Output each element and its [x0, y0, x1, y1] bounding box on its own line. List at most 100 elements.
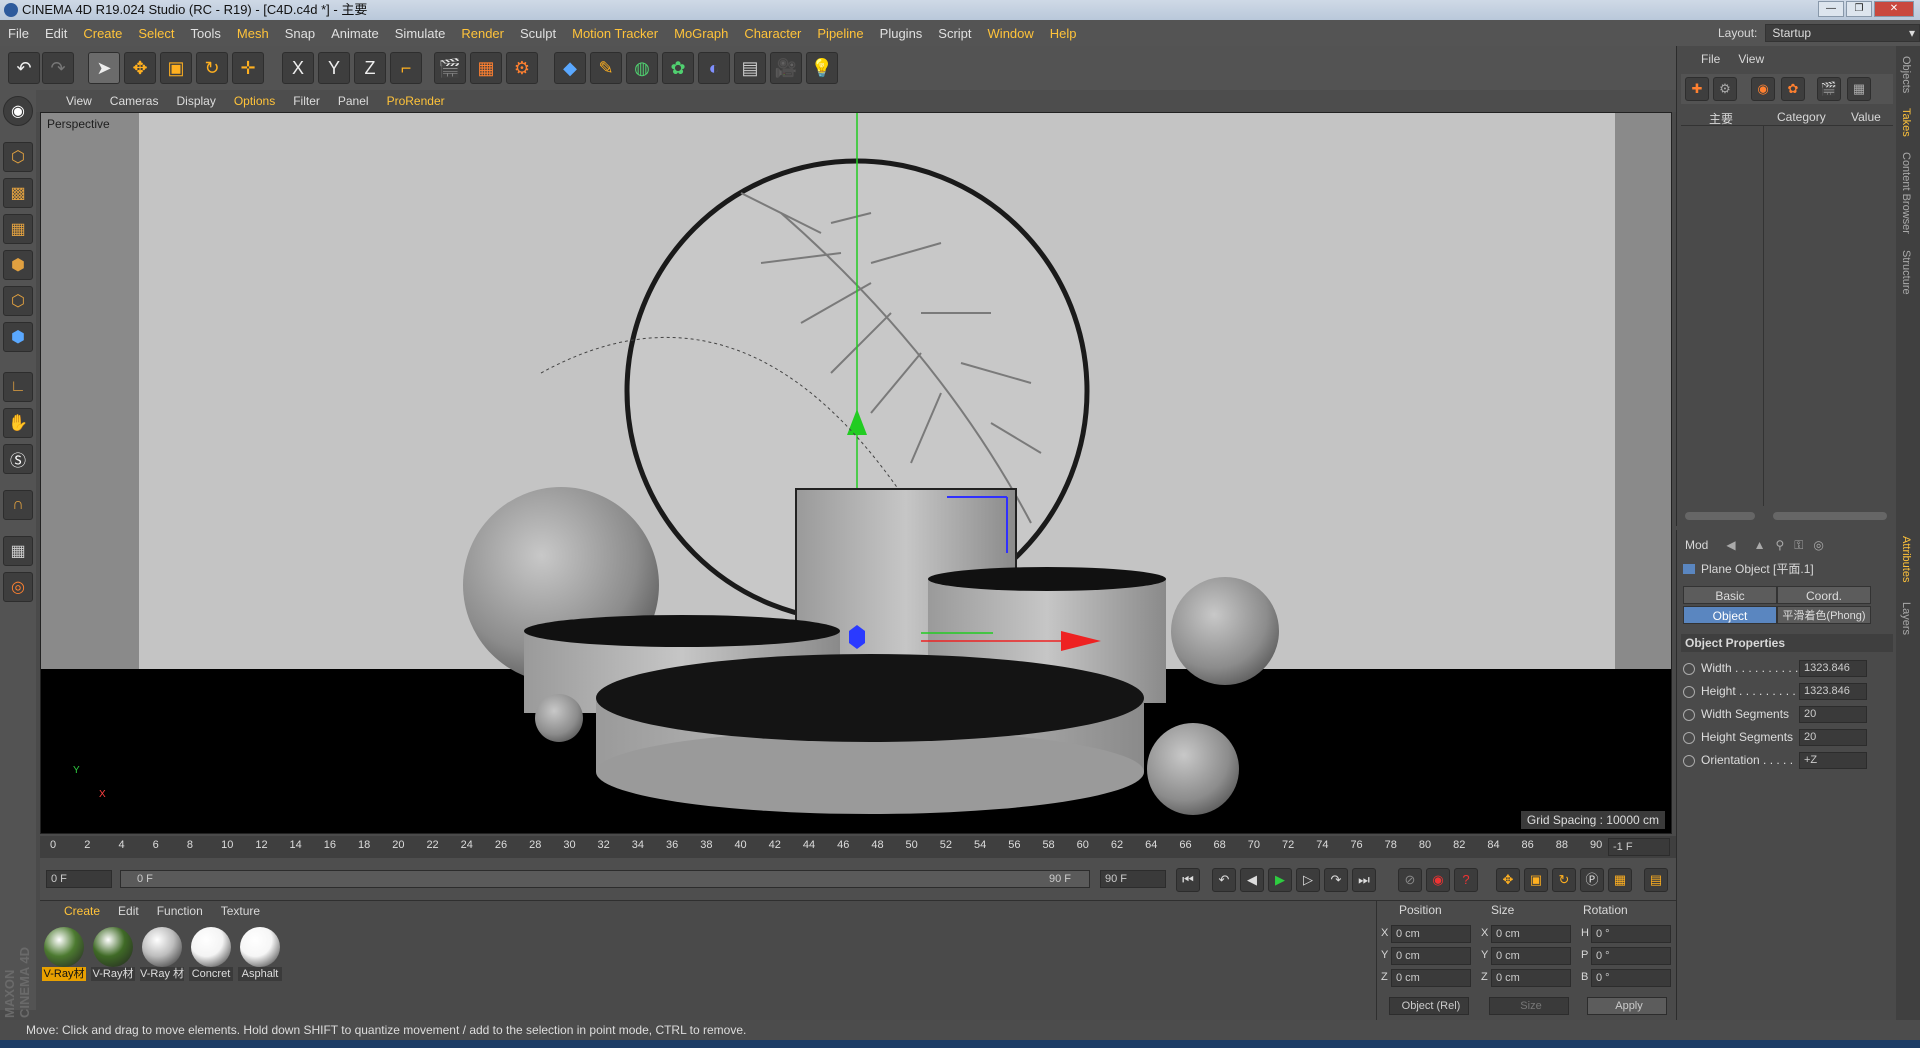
next-frame-icon[interactable]: ▷ [1296, 868, 1320, 892]
menu-help[interactable]: Help [1050, 26, 1077, 41]
material-swatch[interactable]: Asphalt [238, 927, 282, 987]
keyframe-selection-icon[interactable]: ? [1454, 868, 1478, 892]
menu-create[interactable]: Create [83, 26, 122, 41]
coord-rot-field[interactable]: 0 ° [1591, 969, 1671, 987]
light-icon[interactable]: 💡 [806, 52, 838, 84]
material-swatch[interactable]: V-Ray 材 [140, 927, 184, 987]
search-icon[interactable]: ⚲ [1775, 538, 1784, 552]
texture-mode-icon[interactable]: ▩ [3, 178, 33, 208]
max-frame-field[interactable]: 90 F [1100, 870, 1166, 888]
animate-toggle-icon[interactable] [1683, 709, 1695, 721]
close-button[interactable]: ✕ [1874, 1, 1914, 17]
side-tab-structure[interactable]: Structure [1900, 250, 1912, 295]
coordinate-mode-dropdown[interactable]: Object (Rel) [1389, 997, 1469, 1015]
animate-toggle-icon[interactable] [1683, 732, 1695, 744]
menu-animate[interactable]: Animate [331, 26, 379, 41]
attributes-mode-menu[interactable]: Mod [1685, 538, 1708, 552]
material-swatch[interactable]: Concret [189, 927, 233, 987]
take-main-name[interactable]: 主要 [1709, 110, 1733, 127]
horizontal-scrollbar-left[interactable] [1685, 512, 1755, 520]
menu-mesh[interactable]: Mesh [237, 26, 269, 41]
vp-menu-options[interactable]: Options [234, 94, 275, 108]
animate-toggle-icon[interactable] [1683, 686, 1695, 698]
next-key-icon[interactable]: ↷ [1324, 868, 1348, 892]
menu-character[interactable]: Character [744, 26, 801, 41]
obj-menu-file[interactable]: File [1701, 52, 1720, 66]
timeline-window-icon[interactable]: ▤ [1644, 868, 1668, 892]
menu-window[interactable]: Window [988, 26, 1034, 41]
tweak-mode-icon[interactable]: ✋ [3, 408, 33, 438]
obj-menu-view[interactable]: View [1738, 52, 1764, 66]
take-clone-icon[interactable]: ⚙ [1713, 77, 1737, 101]
axis-x-button[interactable]: X [282, 52, 314, 84]
floor-scene-icon[interactable]: ▤ [734, 52, 766, 84]
select-tool-icon[interactable]: ➤ [88, 52, 120, 84]
move-tool-icon[interactable]: ✥ [124, 52, 156, 84]
transform-tool-icon[interactable]: ✛ [232, 52, 264, 84]
mat-menu-edit[interactable]: Edit [118, 904, 139, 918]
current-frame-field[interactable]: 0 F [46, 870, 112, 888]
mat-menu-texture[interactable]: Texture [221, 904, 260, 918]
points-mode-icon[interactable]: ⬢ [3, 250, 33, 280]
side-tab-takes[interactable]: Takes [1900, 108, 1912, 137]
deformer-icon[interactable]: ◐ [698, 52, 730, 84]
take-render-icon[interactable]: 🎬 [1817, 77, 1841, 101]
menu-sculpt[interactable]: Sculpt [520, 26, 556, 41]
coord-pos-field[interactable]: 0 cm [1391, 925, 1471, 943]
make-editable-icon[interactable]: ◉ [3, 96, 33, 126]
minimize-button[interactable]: — [1818, 1, 1844, 17]
lock-icon[interactable]: ⚿ [1794, 538, 1803, 553]
vp-menu-view[interactable]: View [66, 94, 92, 108]
mat-menu-create[interactable]: Create [64, 904, 100, 918]
previous-frame-icon[interactable]: ◀ [1240, 868, 1264, 892]
undo-button[interactable]: ↶ [8, 52, 40, 84]
menu-render[interactable]: Render [461, 26, 504, 41]
menu-script[interactable]: Script [938, 26, 971, 41]
subdivision-icon[interactable]: ◍ [626, 52, 658, 84]
menu-edit[interactable]: Edit [45, 26, 67, 41]
mat-menu-function[interactable]: Function [157, 904, 203, 918]
property-value-field[interactable]: +Z [1799, 752, 1867, 769]
menu-motion-tracker[interactable]: Motion Tracker [572, 26, 658, 41]
property-value-field[interactable]: 20 [1799, 706, 1867, 723]
key-pla-icon[interactable]: ▦ [1608, 868, 1632, 892]
render-view-icon[interactable]: 🎬 [434, 52, 466, 84]
perspective-viewport[interactable]: Perspective Y X Grid Spacing : 10000 cm [40, 112, 1672, 834]
coord-rot-field[interactable]: 0 ° [1591, 925, 1671, 943]
material-swatch[interactable]: V-Ray材 [91, 927, 135, 987]
workplane-mode-icon[interactable]: ▦ [3, 214, 33, 244]
play-icon[interactable]: ▶ [1268, 868, 1292, 892]
key-rotation-icon[interactable]: ↻ [1552, 868, 1576, 892]
up-arrow-icon[interactable]: ▲ [1754, 538, 1766, 552]
key-position-icon[interactable]: ✥ [1496, 868, 1520, 892]
rotate-tool-icon[interactable]: ↻ [196, 52, 228, 84]
vp-menu-panel[interactable]: Panel [338, 94, 369, 108]
enable-axis-icon[interactable]: ∟ [3, 372, 33, 402]
vp-menu-cameras[interactable]: Cameras [110, 94, 159, 108]
render-settings-icon[interactable]: ⚙ [506, 52, 538, 84]
layout-dropdown[interactable]: Startup [1765, 24, 1920, 42]
camera-icon[interactable]: 🎥 [770, 52, 802, 84]
coord-size-field[interactable]: 0 cm [1491, 925, 1571, 943]
key-parameter-icon[interactable]: Ⓟ [1580, 868, 1604, 892]
apply-button[interactable]: Apply [1587, 997, 1667, 1015]
property-value-field[interactable]: 20 [1799, 729, 1867, 746]
tab-coord[interactable]: Coord. [1777, 586, 1871, 604]
locked-workplane-icon[interactable]: ▦ [3, 536, 33, 566]
tab-basic[interactable]: Basic [1683, 586, 1777, 604]
menu-file[interactable]: File [8, 26, 29, 41]
menu-select[interactable]: Select [138, 26, 174, 41]
horizontal-scrollbar-right[interactable] [1773, 512, 1887, 520]
mograph-cloner-icon[interactable]: ✿ [662, 52, 694, 84]
scale-tool-icon[interactable]: ▣ [160, 52, 192, 84]
timeline-ruler[interactable]: 0 2 4 6 8 10 12 14 16 18 20 22 24 26 28 30 32 34 36 38 40 42 4… [40, 836, 1676, 858]
property-value-field[interactable]: 1323.846 [1799, 660, 1867, 677]
cube-primitive-icon[interactable]: ◆ [554, 52, 586, 84]
side-tab-content-browser[interactable]: Content Browser [1900, 152, 1912, 234]
material-swatch[interactable]: V-Ray材 [42, 927, 86, 987]
vp-menu-display[interactable]: Display [176, 94, 215, 108]
coord-pos-field[interactable]: 0 cm [1391, 969, 1471, 987]
tab-phong[interactable]: 平滑着色(Phong) [1777, 606, 1871, 624]
axis-z-button[interactable]: Z [354, 52, 386, 84]
record-keys-icon[interactable]: ⊘ [1398, 868, 1422, 892]
